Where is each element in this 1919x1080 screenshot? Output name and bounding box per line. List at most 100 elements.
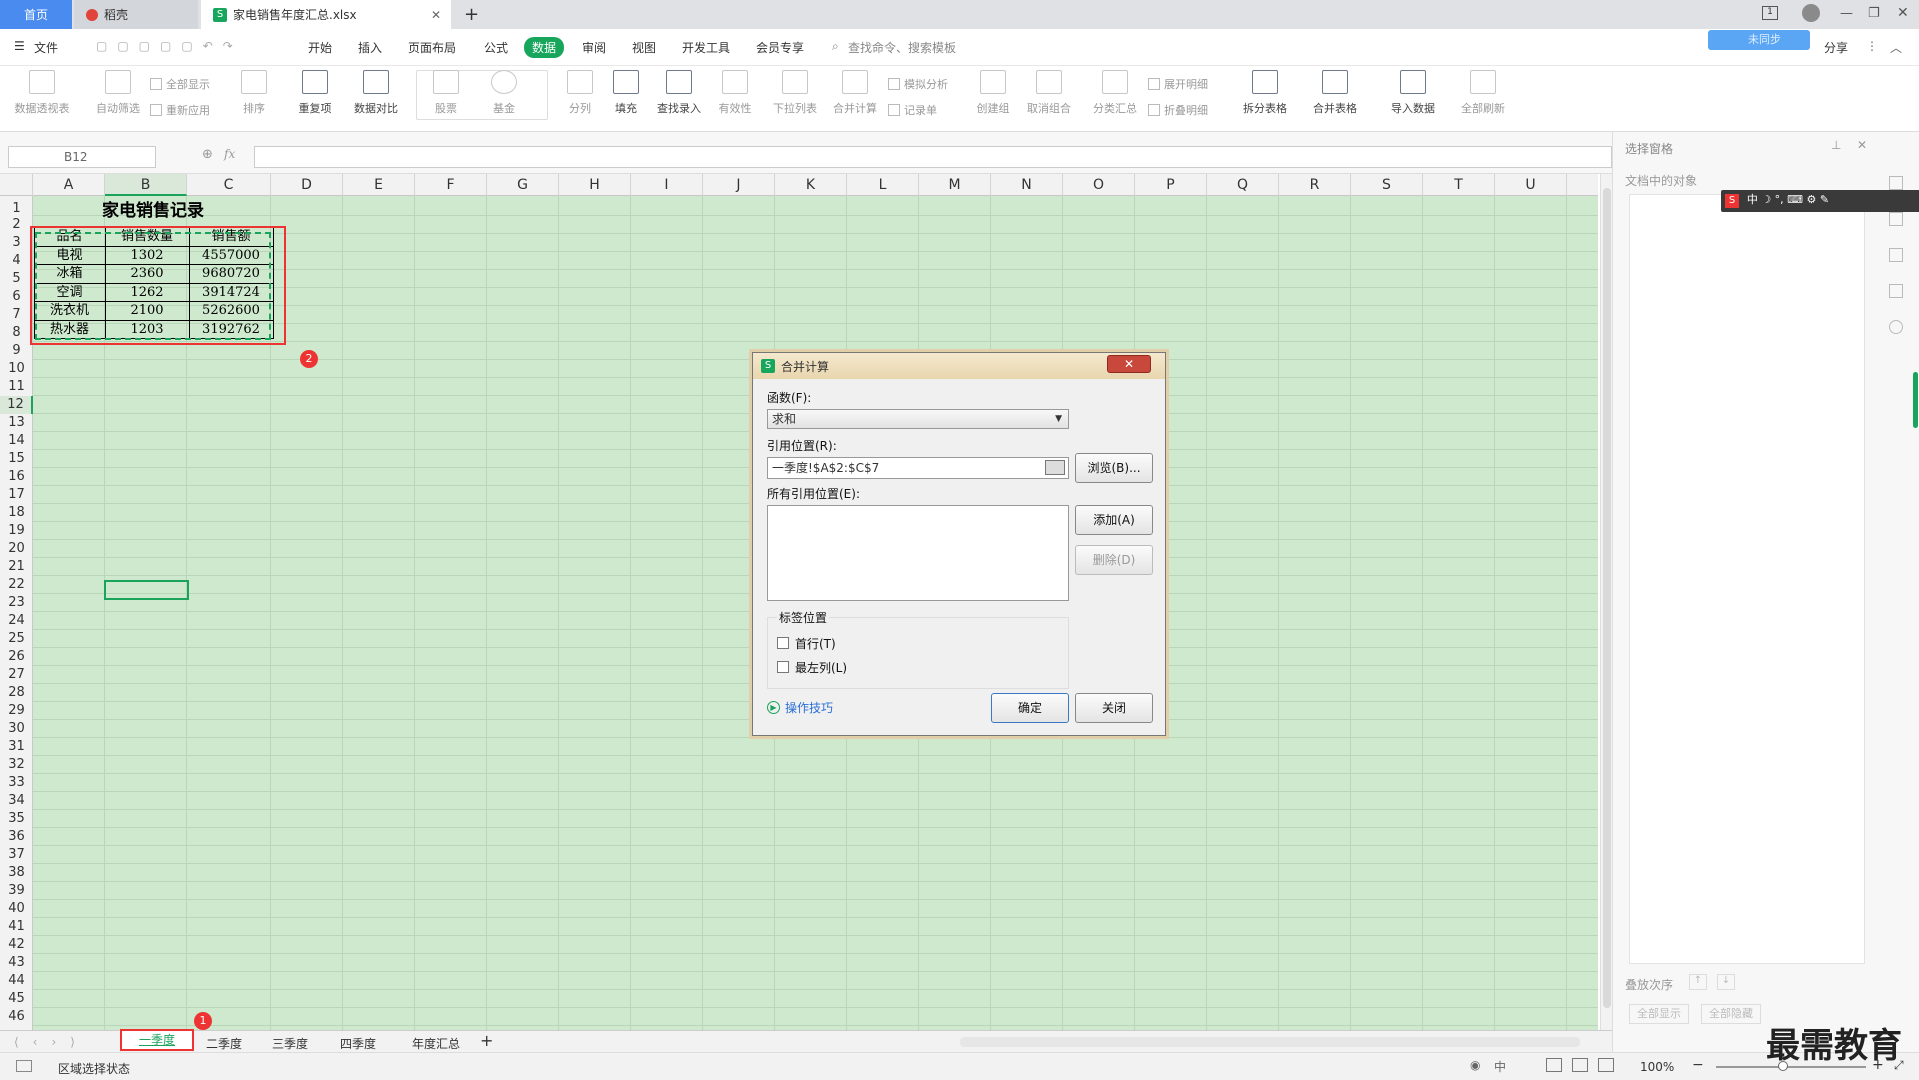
import-data-button[interactable]: 导入数据 — [1382, 70, 1444, 116]
hide-all-objects-button[interactable]: 全部隐藏 — [1701, 1004, 1761, 1024]
row-header-2[interactable]: 2 — [0, 216, 33, 234]
row-header-24[interactable]: 24 — [0, 612, 33, 630]
column-header-n[interactable]: N — [991, 174, 1063, 196]
row-header-36[interactable]: 36 — [0, 828, 33, 846]
consolidate-button[interactable]: 合并计算 — [828, 70, 882, 116]
column-header-b[interactable]: B — [105, 174, 187, 196]
subtotal-button[interactable]: 分类汇总 — [1088, 70, 1142, 116]
formula-input[interactable] — [254, 146, 1612, 168]
column-header-g[interactable]: G — [487, 174, 559, 196]
row-header-11[interactable]: 11 — [0, 378, 33, 396]
eye-protection-icon[interactable]: ◉ — [1470, 1058, 1480, 1072]
row-header-39[interactable]: 39 — [0, 882, 33, 900]
sync-status[interactable]: 未同步 — [1708, 30, 1810, 50]
row-header-25[interactable]: 25 — [0, 630, 33, 648]
split-column-button[interactable]: 分列 — [562, 70, 598, 116]
collapse-detail-button[interactable]: 折叠明细 — [1148, 102, 1208, 118]
minimize-icon[interactable]: — — [1840, 6, 1853, 21]
dropdown-list-button[interactable]: 下拉列表 — [768, 70, 822, 116]
column-header-u[interactable]: U — [1495, 174, 1567, 196]
menu-formula[interactable]: 公式 — [484, 39, 508, 56]
row-header-3[interactable]: 3 — [0, 234, 33, 252]
input-method-icon[interactable]: 中 — [1494, 1058, 1506, 1075]
split-table-button[interactable]: 拆分表格 — [1234, 70, 1296, 116]
first-row-checkbox[interactable] — [777, 637, 789, 649]
record-form-button[interactable]: 记录单 — [888, 102, 937, 118]
column-header-l[interactable]: L — [847, 174, 919, 196]
more-icon[interactable]: ⋮ — [1866, 39, 1878, 53]
validity-button[interactable]: 有效性 — [712, 70, 758, 116]
lookup-entry-button[interactable]: 查找录入 — [652, 70, 706, 116]
row-header-34[interactable]: 34 — [0, 792, 33, 810]
zoom-out-icon[interactable]: − — [1692, 1057, 1704, 1073]
merge-table-button[interactable]: 合并表格 — [1304, 70, 1366, 116]
fx-icon[interactable]: fx — [224, 147, 235, 161]
normal-view-icon[interactable] — [1546, 1058, 1562, 1072]
row-header-43[interactable]: 43 — [0, 954, 33, 972]
auto-filter-button[interactable]: 自动筛选 — [90, 70, 146, 116]
side-tool-icon-4[interactable] — [1889, 284, 1903, 298]
macro-icon[interactable] — [16, 1060, 32, 1072]
column-header-e[interactable]: E — [343, 174, 415, 196]
add-sheet-icon[interactable]: + — [480, 1031, 493, 1050]
close-tab-icon[interactable]: ✕ — [431, 8, 441, 22]
new-tab-button[interactable]: + — [464, 4, 479, 25]
side-tool-icon-1[interactable] — [1889, 176, 1903, 190]
sheet-title[interactable]: 家电销售记录 — [34, 202, 272, 220]
ref-input[interactable]: 一季度!$A$2:$C$7 — [767, 457, 1069, 479]
add-button[interactable]: 添加(A) — [1075, 505, 1153, 535]
show-all-button[interactable]: 全部显示 — [150, 76, 210, 92]
row-header-5[interactable]: 5 — [0, 270, 33, 288]
fund-button[interactable]: 基金 — [484, 70, 524, 116]
column-header-q[interactable]: Q — [1207, 174, 1279, 196]
column-header-p[interactable]: P — [1135, 174, 1207, 196]
create-group-button[interactable]: 创建组 — [972, 70, 1014, 116]
quick-access-icons[interactable]: ▢▢▢▢▢↶↷ — [96, 39, 243, 53]
delete-button[interactable]: 删除(D) — [1075, 545, 1153, 575]
menu-view[interactable]: 视图 — [632, 39, 656, 56]
row-header-46[interactable]: 46 — [0, 1008, 33, 1026]
avatar[interactable] — [1802, 4, 1820, 22]
sheet-tab-q3[interactable]: 三季度 — [272, 1035, 308, 1052]
close-button[interactable]: 关闭 — [1075, 693, 1153, 723]
row-header-14[interactable]: 14 — [0, 432, 33, 450]
sheet-nav-arrows[interactable]: ⟨‹›⟩ — [14, 1035, 89, 1049]
pivot-table-button[interactable]: 数据透视表 — [10, 70, 74, 116]
row-header-26[interactable]: 26 — [0, 648, 33, 666]
stock-button[interactable]: 股票 — [426, 70, 466, 116]
ok-button[interactable]: 确定 — [991, 693, 1069, 723]
row-header-30[interactable]: 30 — [0, 720, 33, 738]
selected-cell[interactable] — [104, 580, 189, 600]
ungroup-button[interactable]: 取消组合 — [1020, 70, 1078, 116]
collapse-dialog-icon[interactable] — [1045, 460, 1065, 475]
side-tool-icon-3[interactable] — [1889, 248, 1903, 262]
left-column-checkbox[interactable] — [777, 661, 789, 673]
duplicates-button[interactable]: 重复项 — [290, 70, 340, 116]
sort-button[interactable]: 排序 — [234, 70, 274, 116]
row-header-31[interactable]: 31 — [0, 738, 33, 756]
pane-scroll-indicator[interactable] — [1913, 372, 1918, 428]
row-header-8[interactable]: 8 — [0, 324, 33, 342]
column-header-r[interactable]: R — [1279, 174, 1351, 196]
sheet-tab-q2[interactable]: 二季度 — [206, 1035, 242, 1052]
row-header-29[interactable]: 29 — [0, 702, 33, 720]
row-header-4[interactable]: 4 — [0, 252, 33, 270]
tips-link[interactable]: 操作技巧 — [785, 699, 833, 716]
hamburger-icon[interactable]: ☰ — [14, 39, 25, 53]
row-header-6[interactable]: 6 — [0, 288, 33, 306]
sheet-tab-q1[interactable]: 一季度 — [120, 1029, 194, 1051]
zoom-icon[interactable]: ⊕ — [202, 147, 213, 162]
row-header-45[interactable]: 45 — [0, 990, 33, 1008]
collapse-ribbon-icon[interactable]: ︿ — [1890, 39, 1902, 56]
row-header-41[interactable]: 41 — [0, 918, 33, 936]
name-box[interactable]: B12 — [8, 146, 156, 168]
column-header-k[interactable]: K — [775, 174, 847, 196]
column-header-f[interactable]: F — [415, 174, 487, 196]
menu-dev-tools[interactable]: 开发工具 — [682, 39, 730, 56]
tab-workbook[interactable]: S 家电销售年度汇总.xlsx ✕ — [201, 0, 451, 29]
row-header-19[interactable]: 19 — [0, 522, 33, 540]
row-header-17[interactable]: 17 — [0, 486, 33, 504]
row-header-35[interactable]: 35 — [0, 810, 33, 828]
column-header-j[interactable]: J — [703, 174, 775, 196]
row-header-28[interactable]: 28 — [0, 684, 33, 702]
